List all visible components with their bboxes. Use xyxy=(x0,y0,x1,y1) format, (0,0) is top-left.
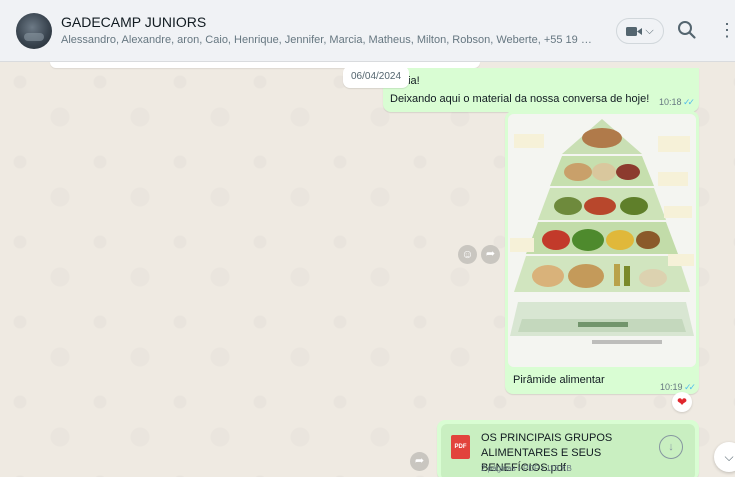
message-area: 06/04/2024 dia! Deixando aqui o material… xyxy=(0,62,735,477)
message-time: 10:19 xyxy=(660,382,683,392)
document-meta: 2 páginas • PDF • 118 KB xyxy=(481,464,572,473)
forward-icon[interactable]: ➦ xyxy=(410,452,429,471)
group-members[interactable]: Alessandro, Alexandre, aron, Caio, Henri… xyxy=(61,34,596,46)
download-icon[interactable]: ↓ xyxy=(659,435,683,459)
react-emoji-icon[interactable]: ☺ xyxy=(458,245,477,264)
message-bubble-image[interactable]: Pirâmide alimentar 10:19 ✓✓ xyxy=(505,111,699,394)
message-time: 10:18 xyxy=(659,97,682,107)
forward-icon[interactable]: ➦ xyxy=(481,245,500,264)
search-icon xyxy=(678,21,696,39)
read-receipt-icon: ✓✓ xyxy=(684,382,696,392)
group-title[interactable]: GADECAMP JUNIORS xyxy=(61,14,206,30)
heart-reaction-icon[interactable]: ❤ xyxy=(672,392,692,412)
menu-icon[interactable]: ⋮ xyxy=(718,20,735,42)
food-pyramid-illustration xyxy=(508,114,696,367)
read-receipt-icon: ✓✓ xyxy=(683,97,695,107)
pdf-file-icon: PDF xyxy=(451,435,470,459)
chevron-down-icon: ⌵ xyxy=(724,450,734,464)
chevron-down-icon: ⌵ xyxy=(645,24,654,37)
scroll-to-bottom-button[interactable]: ⌵ xyxy=(714,442,735,472)
message-text-line: Deixando aqui o material da nossa conver… xyxy=(390,93,650,105)
video-camera-icon xyxy=(626,26,643,36)
document-card[interactable]: PDF OS PRINCIPAIS GRUPOS ALIMENTARES E S… xyxy=(441,424,695,477)
image-caption: Pirâmide alimentar xyxy=(513,374,605,386)
food-pyramid-image[interactable] xyxy=(508,114,696,367)
video-call-button[interactable]: ⌵ xyxy=(616,18,664,44)
date-separator: 06/04/2024 xyxy=(343,66,410,88)
message-bubble-document[interactable]: PDF OS PRINCIPAIS GRUPOS ALIMENTARES E S… xyxy=(437,420,699,477)
chat-header: GADECAMP JUNIORS Alessandro, Alexandre, … xyxy=(0,0,735,62)
search-button[interactable] xyxy=(676,19,698,41)
group-avatar[interactable] xyxy=(16,13,52,49)
message-bubble-text[interactable]: dia! Deixando aqui o material da nossa c… xyxy=(383,68,699,112)
